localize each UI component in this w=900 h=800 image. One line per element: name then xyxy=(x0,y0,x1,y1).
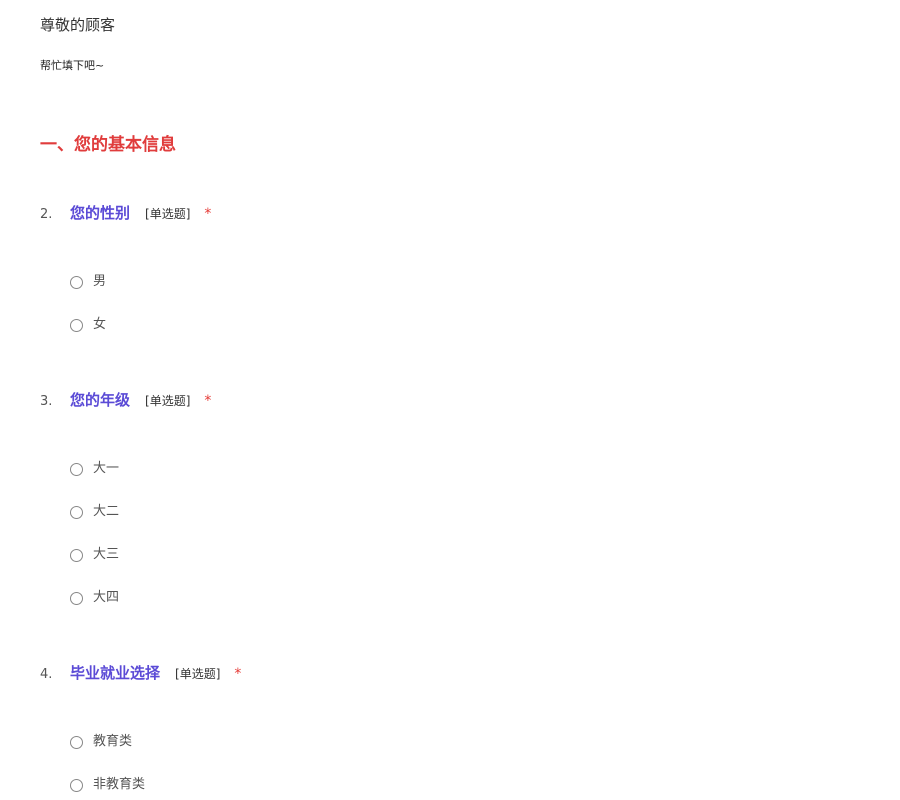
option-label: 大一 xyxy=(93,461,120,476)
question-type: [单选题] xyxy=(145,207,191,221)
option-label: 非教育类 xyxy=(93,777,146,792)
question-number: 3. xyxy=(40,394,53,409)
question-title: 毕业就业选择 xyxy=(70,664,161,682)
radio-icon[interactable] xyxy=(70,462,83,476)
option-freshman[interactable]: 大一 xyxy=(70,461,119,477)
question-type: [单选题] xyxy=(145,394,191,408)
question-number: 4. xyxy=(40,667,53,682)
survey-greeting: 尊敬的顾客 xyxy=(40,16,116,34)
radio-icon[interactable] xyxy=(70,318,83,332)
option-label: 教育类 xyxy=(93,734,133,749)
question-grade: 3. 您的年级 [单选题] * xyxy=(40,389,211,410)
option-label: 男 xyxy=(93,274,107,289)
radio-icon[interactable] xyxy=(70,505,83,519)
radio-icon[interactable] xyxy=(70,735,83,749)
option-junior[interactable]: 大三 xyxy=(70,547,119,563)
required-marker: * xyxy=(234,666,242,682)
option-label: 大四 xyxy=(93,590,120,605)
required-marker: * xyxy=(204,393,212,409)
radio-icon[interactable] xyxy=(70,548,83,562)
option-female[interactable]: 女 xyxy=(70,317,106,333)
question-number: 2. xyxy=(40,207,53,222)
option-non-education[interactable]: 非教育类 xyxy=(70,777,145,793)
survey-subtitle: 帮忙填下吧~ xyxy=(40,59,105,72)
question-career-choice: 4. 毕业就业选择 [单选题] * xyxy=(40,662,241,683)
option-label: 大二 xyxy=(93,504,120,519)
option-label: 大三 xyxy=(93,547,120,562)
option-label: 女 xyxy=(93,317,107,332)
option-sophomore[interactable]: 大二 xyxy=(70,504,119,520)
option-education[interactable]: 教育类 xyxy=(70,734,132,750)
section-title: 一、您的基本信息 xyxy=(40,135,176,155)
radio-icon[interactable] xyxy=(70,275,83,289)
radio-icon[interactable] xyxy=(70,591,83,605)
question-type: [单选题] xyxy=(175,667,221,681)
question-gender: 2. 您的性别 [单选题] * xyxy=(40,202,211,223)
option-male[interactable]: 男 xyxy=(70,274,106,290)
question-title: 您的性别 xyxy=(70,204,131,222)
required-marker: * xyxy=(204,206,212,222)
radio-icon[interactable] xyxy=(70,778,83,792)
option-senior[interactable]: 大四 xyxy=(70,590,119,606)
question-title: 您的年级 xyxy=(70,391,131,409)
